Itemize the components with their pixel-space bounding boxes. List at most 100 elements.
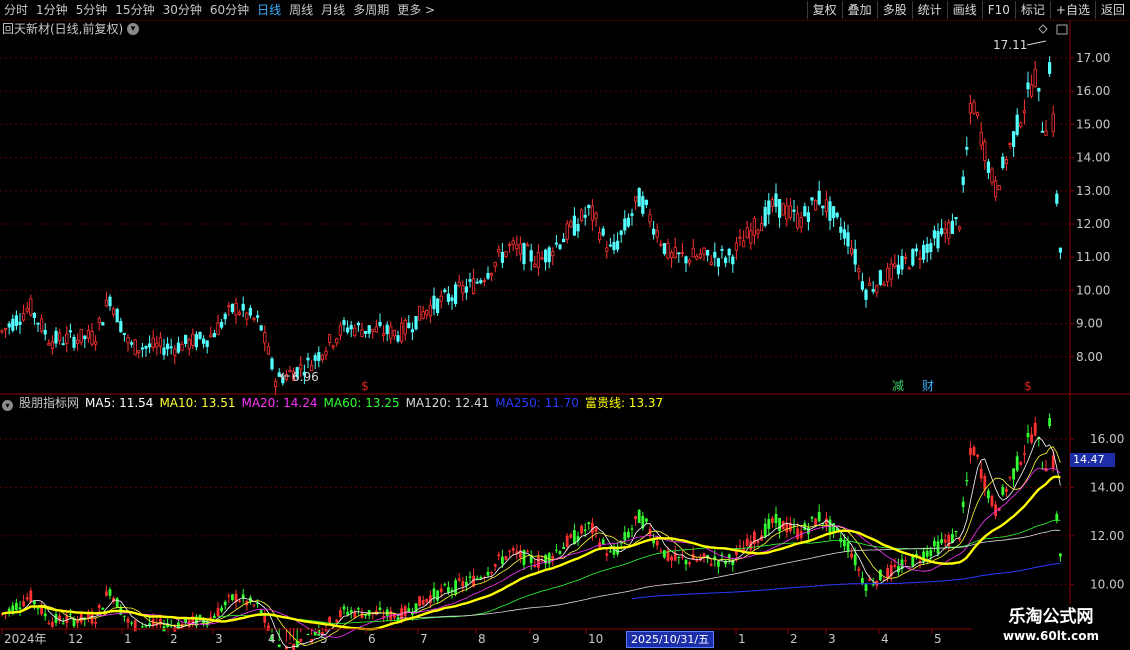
candle-body	[601, 228, 605, 236]
ind-candle-body	[421, 599, 425, 605]
x-tick-label: 4	[268, 632, 276, 646]
candle-body	[191, 333, 195, 346]
candle-body	[713, 251, 717, 258]
candle-body	[14, 315, 18, 327]
candle-body	[0, 330, 4, 333]
candle-body	[284, 374, 289, 380]
candle-body	[97, 318, 101, 324]
candle-body	[151, 337, 155, 349]
candle-body	[385, 324, 389, 335]
candle-body	[363, 330, 368, 334]
candle-body	[580, 209, 584, 221]
ind-candle-body	[594, 528, 598, 533]
candle-body	[1026, 82, 1030, 90]
ind-candle-body	[1030, 434, 1033, 443]
candle-body	[616, 240, 620, 250]
ind-candle-body	[79, 612, 83, 623]
candle-body	[338, 325, 343, 336]
candle-body	[461, 285, 465, 294]
ind-candle-body	[220, 607, 223, 612]
candle-body	[702, 247, 706, 255]
ind-candle-body	[447, 587, 450, 593]
ind-candle-body	[745, 538, 749, 546]
candle-body	[565, 223, 569, 240]
ind-y-tick-label: 16.00	[1090, 432, 1124, 446]
candle-body	[630, 213, 634, 216]
ind-candle-body	[108, 589, 112, 596]
ma-line-4	[397, 529, 1061, 619]
candle-body	[173, 348, 177, 356]
ind-candle-body	[141, 626, 144, 628]
ind-candle-body	[933, 540, 936, 547]
candle-body	[756, 229, 760, 234]
candle-body	[857, 268, 861, 273]
x-tick-label: 2	[170, 632, 178, 646]
current-price-tag: 14.47	[1070, 453, 1115, 467]
candle-body	[468, 279, 472, 282]
candle-body	[237, 312, 242, 315]
x-tick-label: 3	[828, 632, 836, 646]
candle-body	[695, 255, 699, 260]
candle-body	[832, 206, 836, 219]
ind-candle-body	[969, 448, 972, 455]
candle-body	[990, 168, 994, 184]
candle-body	[234, 302, 238, 316]
candle-body	[198, 331, 202, 339]
ind-candle-body	[43, 613, 47, 617]
candle-body	[814, 199, 818, 211]
candle-body	[389, 326, 393, 340]
ind-candle-body	[904, 560, 907, 562]
candle-body	[122, 332, 126, 335]
candle-body	[335, 338, 339, 344]
candle-body	[403, 320, 407, 335]
ind-candle-body	[263, 615, 267, 623]
candle-body	[972, 101, 976, 114]
ind-candle-body	[223, 601, 227, 606]
ind-candle-body	[807, 527, 810, 535]
ind-candle-body	[231, 594, 234, 601]
candle-body	[216, 322, 220, 335]
candle-body	[417, 306, 422, 321]
ind-candle-body	[645, 518, 648, 522]
candle-body	[936, 231, 940, 249]
candle-body	[968, 103, 973, 114]
candle-body	[486, 273, 490, 279]
candle-body	[453, 284, 458, 305]
candle-body	[821, 205, 825, 209]
x-tick-label: 4	[881, 632, 889, 646]
candle-body	[558, 244, 562, 249]
candle-body	[698, 253, 703, 259]
kline-chart[interactable]: 17.00 16.00 15.00 14.00 13.00 12.00 11.00 10.00…	[0, 0, 1130, 650]
ind-candle-body	[925, 550, 929, 557]
ind-candle-body	[339, 610, 342, 618]
x-tick-label: 12	[68, 632, 83, 646]
candle-body	[86, 329, 90, 339]
candle-body	[144, 345, 148, 349]
candle-body	[266, 346, 271, 355]
candle-body	[774, 193, 778, 207]
ind-candle-body	[1026, 432, 1030, 438]
candle-body	[526, 244, 530, 247]
candle-body	[724, 257, 728, 264]
candle-body	[137, 350, 141, 354]
ind-candle-body	[1008, 477, 1012, 479]
ind-candle-body	[342, 606, 346, 610]
candle-body	[1001, 156, 1005, 169]
ind-candle-body	[511, 548, 515, 551]
ind-candle-body	[76, 620, 79, 624]
candle-body	[479, 280, 483, 284]
candle-body	[76, 339, 80, 344]
ind-candle-body	[36, 608, 40, 610]
ind-candle-body	[763, 523, 767, 537]
ind-candle-body	[432, 588, 436, 598]
watermark-title: 乐淘公式网	[1008, 607, 1094, 627]
candle-body	[187, 339, 191, 350]
candle-body	[507, 243, 512, 246]
candle-body	[497, 249, 501, 253]
candle-body	[860, 281, 865, 290]
ind-candle-body	[173, 627, 177, 632]
y-tick-label: 9.00	[1076, 317, 1103, 331]
ind-candle-body	[587, 522, 591, 525]
candle-body	[515, 244, 519, 250]
candle-body	[716, 258, 721, 267]
